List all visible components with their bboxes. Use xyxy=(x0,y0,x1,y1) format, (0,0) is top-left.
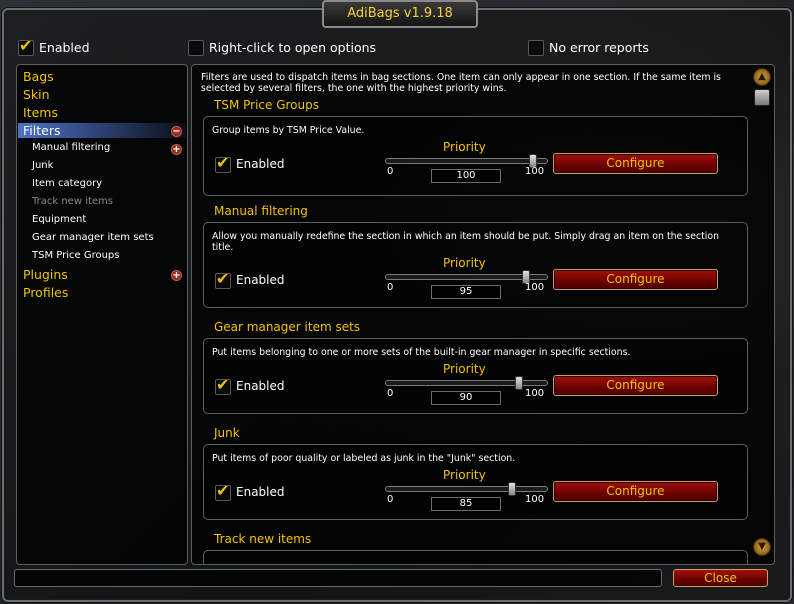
priority-value[interactable]: 85 xyxy=(431,497,501,511)
collapse-icon[interactable]: − xyxy=(171,126,182,137)
filter-enabled-label: Enabled xyxy=(236,379,285,393)
filter-group: Put items belonging to one or more sets … xyxy=(203,338,748,414)
filter-enabled-label: Enabled xyxy=(236,485,285,499)
priority-label: Priority xyxy=(443,468,486,482)
sidebar-subitem-item-category[interactable]: Item category xyxy=(32,178,102,189)
sidebar-item-bags[interactable]: Bags xyxy=(23,69,54,84)
filter-title: Junk xyxy=(214,426,240,440)
filter-group: Put items of poor quality or labeled as … xyxy=(203,444,748,520)
slider-min: 0 xyxy=(387,494,394,505)
slider-max: 100 xyxy=(525,494,545,505)
sidebar-item-plugins[interactable]: Plugins xyxy=(23,267,68,282)
content-scrollbar[interactable]: ▲ ▼ xyxy=(753,68,771,558)
priority-value[interactable]: 95 xyxy=(431,285,501,299)
configure-button[interactable]: Configure xyxy=(553,375,718,396)
filter-title: Track new items xyxy=(214,532,312,546)
sidebar-item-filters[interactable]: Filters xyxy=(18,123,186,138)
filter-title: Gear manager item sets xyxy=(214,320,361,334)
filter-enabled-checkbox[interactable] xyxy=(215,153,231,173)
scroll-up-icon[interactable]: ▲ xyxy=(753,68,771,86)
filter-description: Allow you manually redefine the section … xyxy=(212,231,720,253)
priority-label: Priority xyxy=(443,140,486,154)
priority-slider[interactable] xyxy=(385,154,548,168)
sidebar-item-items[interactable]: Items xyxy=(23,105,58,120)
slider-min: 0 xyxy=(387,388,394,399)
scroll-down-icon[interactable]: ▼ xyxy=(753,538,771,556)
slider-max: 100 xyxy=(525,282,545,293)
filter-enabled-label: Enabled xyxy=(236,157,285,171)
slider-max: 100 xyxy=(525,388,545,399)
sidebar: Bags Skin Items Filters − Manual filteri… xyxy=(16,64,188,565)
slider-max: 100 xyxy=(525,166,545,177)
status-bar xyxy=(14,569,662,587)
filter-group xyxy=(203,550,748,564)
filter-description: Group items by TSM Price Value. xyxy=(212,125,365,136)
sidebar-item-profiles[interactable]: Profiles xyxy=(23,285,68,300)
expand-icon[interactable]: + xyxy=(171,270,182,281)
configure-button[interactable]: Configure xyxy=(553,481,718,502)
slider-thumb[interactable] xyxy=(507,482,516,496)
sidebar-subitem-tsm-price-groups[interactable]: TSM Price Groups xyxy=(32,250,120,261)
filter-enabled-checkbox[interactable] xyxy=(215,269,231,289)
expand-icon[interactable]: + xyxy=(171,144,182,155)
no-error-reports-checkbox[interactable] xyxy=(528,40,544,56)
filter-description: Put items of poor quality or labeled as … xyxy=(212,453,516,464)
sidebar-subitem-gear-manager[interactable]: Gear manager item sets xyxy=(32,232,154,243)
priority-value[interactable]: 100 xyxy=(431,169,501,183)
filter-enabled-checkbox[interactable] xyxy=(215,375,231,395)
priority-slider[interactable] xyxy=(385,376,548,390)
sidebar-subitem-equipment[interactable]: Equipment xyxy=(32,214,86,225)
right-click-checkbox[interactable] xyxy=(188,40,204,56)
close-button[interactable]: Close xyxy=(673,569,768,587)
filter-title: TSM Price Groups xyxy=(214,98,319,112)
configure-button[interactable]: Configure xyxy=(553,153,718,174)
slider-min: 0 xyxy=(387,282,394,293)
priority-label: Priority xyxy=(443,362,486,376)
no-error-reports-label: No error reports xyxy=(549,40,649,55)
priority-label: Priority xyxy=(443,256,486,270)
filter-title: Manual filtering xyxy=(214,204,308,218)
window-title: AdiBags v1.9.18 xyxy=(322,0,478,28)
filter-enabled-label: Enabled xyxy=(236,273,285,287)
slider-thumb[interactable] xyxy=(514,376,523,390)
filters-intro: Filters are used to dispatch items in ba… xyxy=(201,72,721,94)
priority-value[interactable]: 90 xyxy=(431,391,501,405)
priority-slider[interactable] xyxy=(385,482,548,496)
priority-slider[interactable] xyxy=(385,270,548,284)
sidebar-subitem-track-new-items[interactable]: Track new items xyxy=(32,196,113,207)
filters-panel: Filters are used to dispatch items in ba… xyxy=(191,64,775,565)
sidebar-subitem-junk[interactable]: Junk xyxy=(32,160,53,171)
slider-min: 0 xyxy=(387,166,394,177)
filter-description: Put items belonging to one or more sets … xyxy=(212,347,631,358)
enabled-label: Enabled xyxy=(39,40,90,55)
enabled-checkbox[interactable] xyxy=(18,36,34,56)
sidebar-subitem-manual-filtering[interactable]: Manual filtering xyxy=(32,142,110,153)
filter-enabled-checkbox[interactable] xyxy=(215,481,231,501)
filter-group: Group items by TSM Price Value. Enabled … xyxy=(203,116,748,196)
configure-button[interactable]: Configure xyxy=(553,269,718,290)
sidebar-item-skin[interactable]: Skin xyxy=(23,87,50,102)
filter-group: Allow you manually redefine the section … xyxy=(203,222,748,308)
scroll-thumb[interactable] xyxy=(754,89,770,106)
right-click-label: Right-click to open options xyxy=(209,40,377,55)
